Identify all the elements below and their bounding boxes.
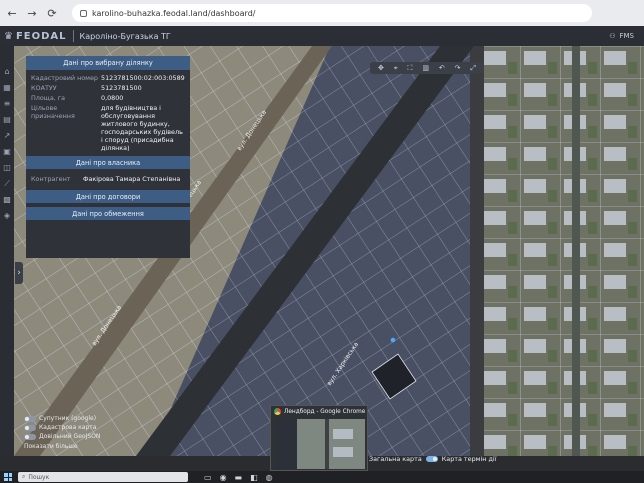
attribute-value: 5123781500:02:003:0589: [101, 74, 185, 82]
selected-parcel-marker: [390, 337, 396, 343]
forward-icon[interactable]: →: [26, 7, 38, 20]
user-label: FMS: [619, 32, 634, 40]
layer-item[interactable]: Кадастрова карта: [24, 423, 108, 432]
chevron-right-icon: ›: [17, 268, 21, 278]
show-more-link[interactable]: Показати більше: [24, 443, 108, 450]
table-icon[interactable]: ▤: [3, 116, 11, 124]
map-mode-switch: Загальна карта Карта термін дії: [369, 455, 496, 463]
move-icon[interactable]: ✥: [378, 64, 384, 72]
contract-section-header[interactable]: Дані про договори: [26, 190, 190, 203]
attribute-row: КОАТУУ 5123781500: [31, 84, 185, 92]
address-bar[interactable]: karolino-buhazka.feodal.land/dashboard/: [72, 4, 592, 22]
home-icon[interactable]: ⌂: [4, 68, 9, 76]
fullscreen-icon[interactable]: ⤢: [470, 64, 476, 72]
taskbar-window-preview[interactable]: Лендборд - Google Chrome: [270, 405, 368, 471]
attribute-value: 0,0800: [101, 94, 124, 102]
undo-icon[interactable]: ↶: [439, 64, 445, 72]
url-text: karolino-buhazka.feodal.land/dashboard/: [92, 8, 256, 18]
document-icon[interactable]: ▣: [3, 148, 11, 156]
chart-icon[interactable]: ↗: [4, 132, 11, 140]
target-icon[interactable]: ⌖: [394, 64, 398, 72]
chrome-icon: [274, 408, 281, 415]
layer-label: Довільний GeoJSON: [39, 433, 101, 440]
layer-toggle[interactable]: [24, 433, 36, 440]
os-taskbar: ⌕ Пошук ▭ ◉ ▬ ◧ ◍: [0, 471, 644, 483]
preview-title-bar: Лендборд - Google Chrome: [271, 406, 367, 417]
search-icon: ⌕: [22, 473, 26, 480]
user-menu[interactable]: ⚇ FMS: [609, 32, 634, 40]
map-toolbar: ✥ ⌖ ⛶ ▥ ↶ ↷ ⤢: [370, 62, 484, 74]
collapse-panel-button[interactable]: ›: [15, 262, 23, 284]
header-divider: [72, 30, 74, 42]
store-icon[interactable]: ◧: [250, 473, 258, 482]
chrome-taskbar-icon[interactable]: ◍: [266, 473, 273, 482]
reload-icon[interactable]: ⟳: [46, 7, 58, 20]
encumbrance-section-header[interactable]: Дані про обмеження: [26, 207, 190, 220]
taskbar-search[interactable]: ⌕ Пошук: [18, 472, 188, 482]
trash-icon[interactable]: ▥: [422, 64, 429, 72]
task-view-icon[interactable]: ▭: [204, 473, 212, 482]
user-icon: ⚇: [609, 32, 616, 40]
general-map-label: Загальна карта: [369, 455, 422, 463]
layers-icon[interactable]: ◈: [4, 212, 10, 220]
layer-item[interactable]: Довільний GeoJSON: [24, 432, 108, 441]
left-tool-rail: ⌂ ▦ ≡ ▤ ↗ ▣ ◫ ⟋ ▩ ◈: [0, 46, 14, 456]
attribute-key: Цільове призначення: [31, 104, 75, 120]
attribute-value: для будівництва і обслуговування житлово…: [101, 104, 183, 152]
attribute-row: Кадастровий номер 5123781500:02:003:0589: [31, 74, 185, 82]
browser-toolbar: ← → ⟳ karolino-buhazka.feodal.land/dashb…: [0, 0, 644, 26]
layer-label: Кадастрова карта: [39, 424, 97, 431]
attribute-row: Цільове призначення для будівництва і об…: [31, 104, 185, 152]
term-map-label: Карта термін дії: [441, 455, 497, 463]
lock-icon: [80, 9, 87, 17]
attribute-key: Кадастровий номер: [31, 74, 98, 82]
crop-icon[interactable]: ⛶: [408, 64, 413, 72]
attribute-key: Площа, га: [31, 94, 66, 102]
owner-section-header[interactable]: Дані про власника: [26, 156, 190, 169]
attribute-value: 5123781500: [101, 84, 142, 92]
preview-thumbnail: [275, 419, 365, 469]
redo-icon[interactable]: ↷: [455, 64, 461, 72]
attribute-row: Площа, га 0,0800: [31, 94, 185, 102]
taskbar-apps: ▭ ◉ ▬ ◧ ◍: [204, 473, 273, 482]
map-mode-toggle[interactable]: [425, 456, 438, 462]
calendar-icon[interactable]: ◫: [3, 164, 11, 172]
panel-title[interactable]: Дані про вибрану ділянку: [26, 56, 190, 70]
community-name: Кароліно-Бугазька ТГ: [79, 31, 171, 41]
map-icon[interactable]: ▦: [3, 84, 11, 92]
attribute-key: КОАТУУ: [31, 84, 57, 92]
windows-start-icon[interactable]: [4, 473, 12, 481]
layer-item[interactable]: Супутник (google): [24, 414, 108, 423]
owner-key: Контрагент: [31, 175, 71, 183]
layer-toggle[interactable]: [24, 424, 36, 431]
app-logo: FEODAL: [15, 30, 67, 42]
parcel-info-panel: Дані про вибрану ділянку Кадастровий ном…: [26, 56, 190, 258]
edge-icon[interactable]: ◉: [220, 473, 227, 482]
layer-toggle[interactable]: [24, 415, 36, 422]
owner-value: Факірова Тамара Степанівна: [83, 175, 181, 183]
grid-icon[interactable]: ▩: [3, 196, 11, 204]
layer-label: Супутник (google): [39, 415, 97, 422]
ruler-icon[interactable]: ⟋: [4, 180, 10, 188]
folder-icon[interactable]: ▬: [235, 473, 243, 482]
owner-row: Контрагент Факірова Тамара Степанівна: [26, 169, 190, 186]
crown-logo-icon: ♛: [4, 30, 13, 42]
back-icon[interactable]: ←: [6, 7, 18, 20]
list-icon[interactable]: ≡: [4, 100, 11, 108]
parcel-attributes: Кадастровий номер 5123781500:02:003:0589…: [26, 70, 190, 152]
preview-title: Лендборд - Google Chrome: [284, 408, 366, 415]
layer-list: Супутник (google) Кадастрова карта Довіл…: [24, 414, 108, 454]
search-placeholder: Пошук: [28, 473, 50, 481]
app-header: ♛ FEODAL Кароліно-Бугазька ТГ ⚇ FMS: [0, 26, 644, 46]
